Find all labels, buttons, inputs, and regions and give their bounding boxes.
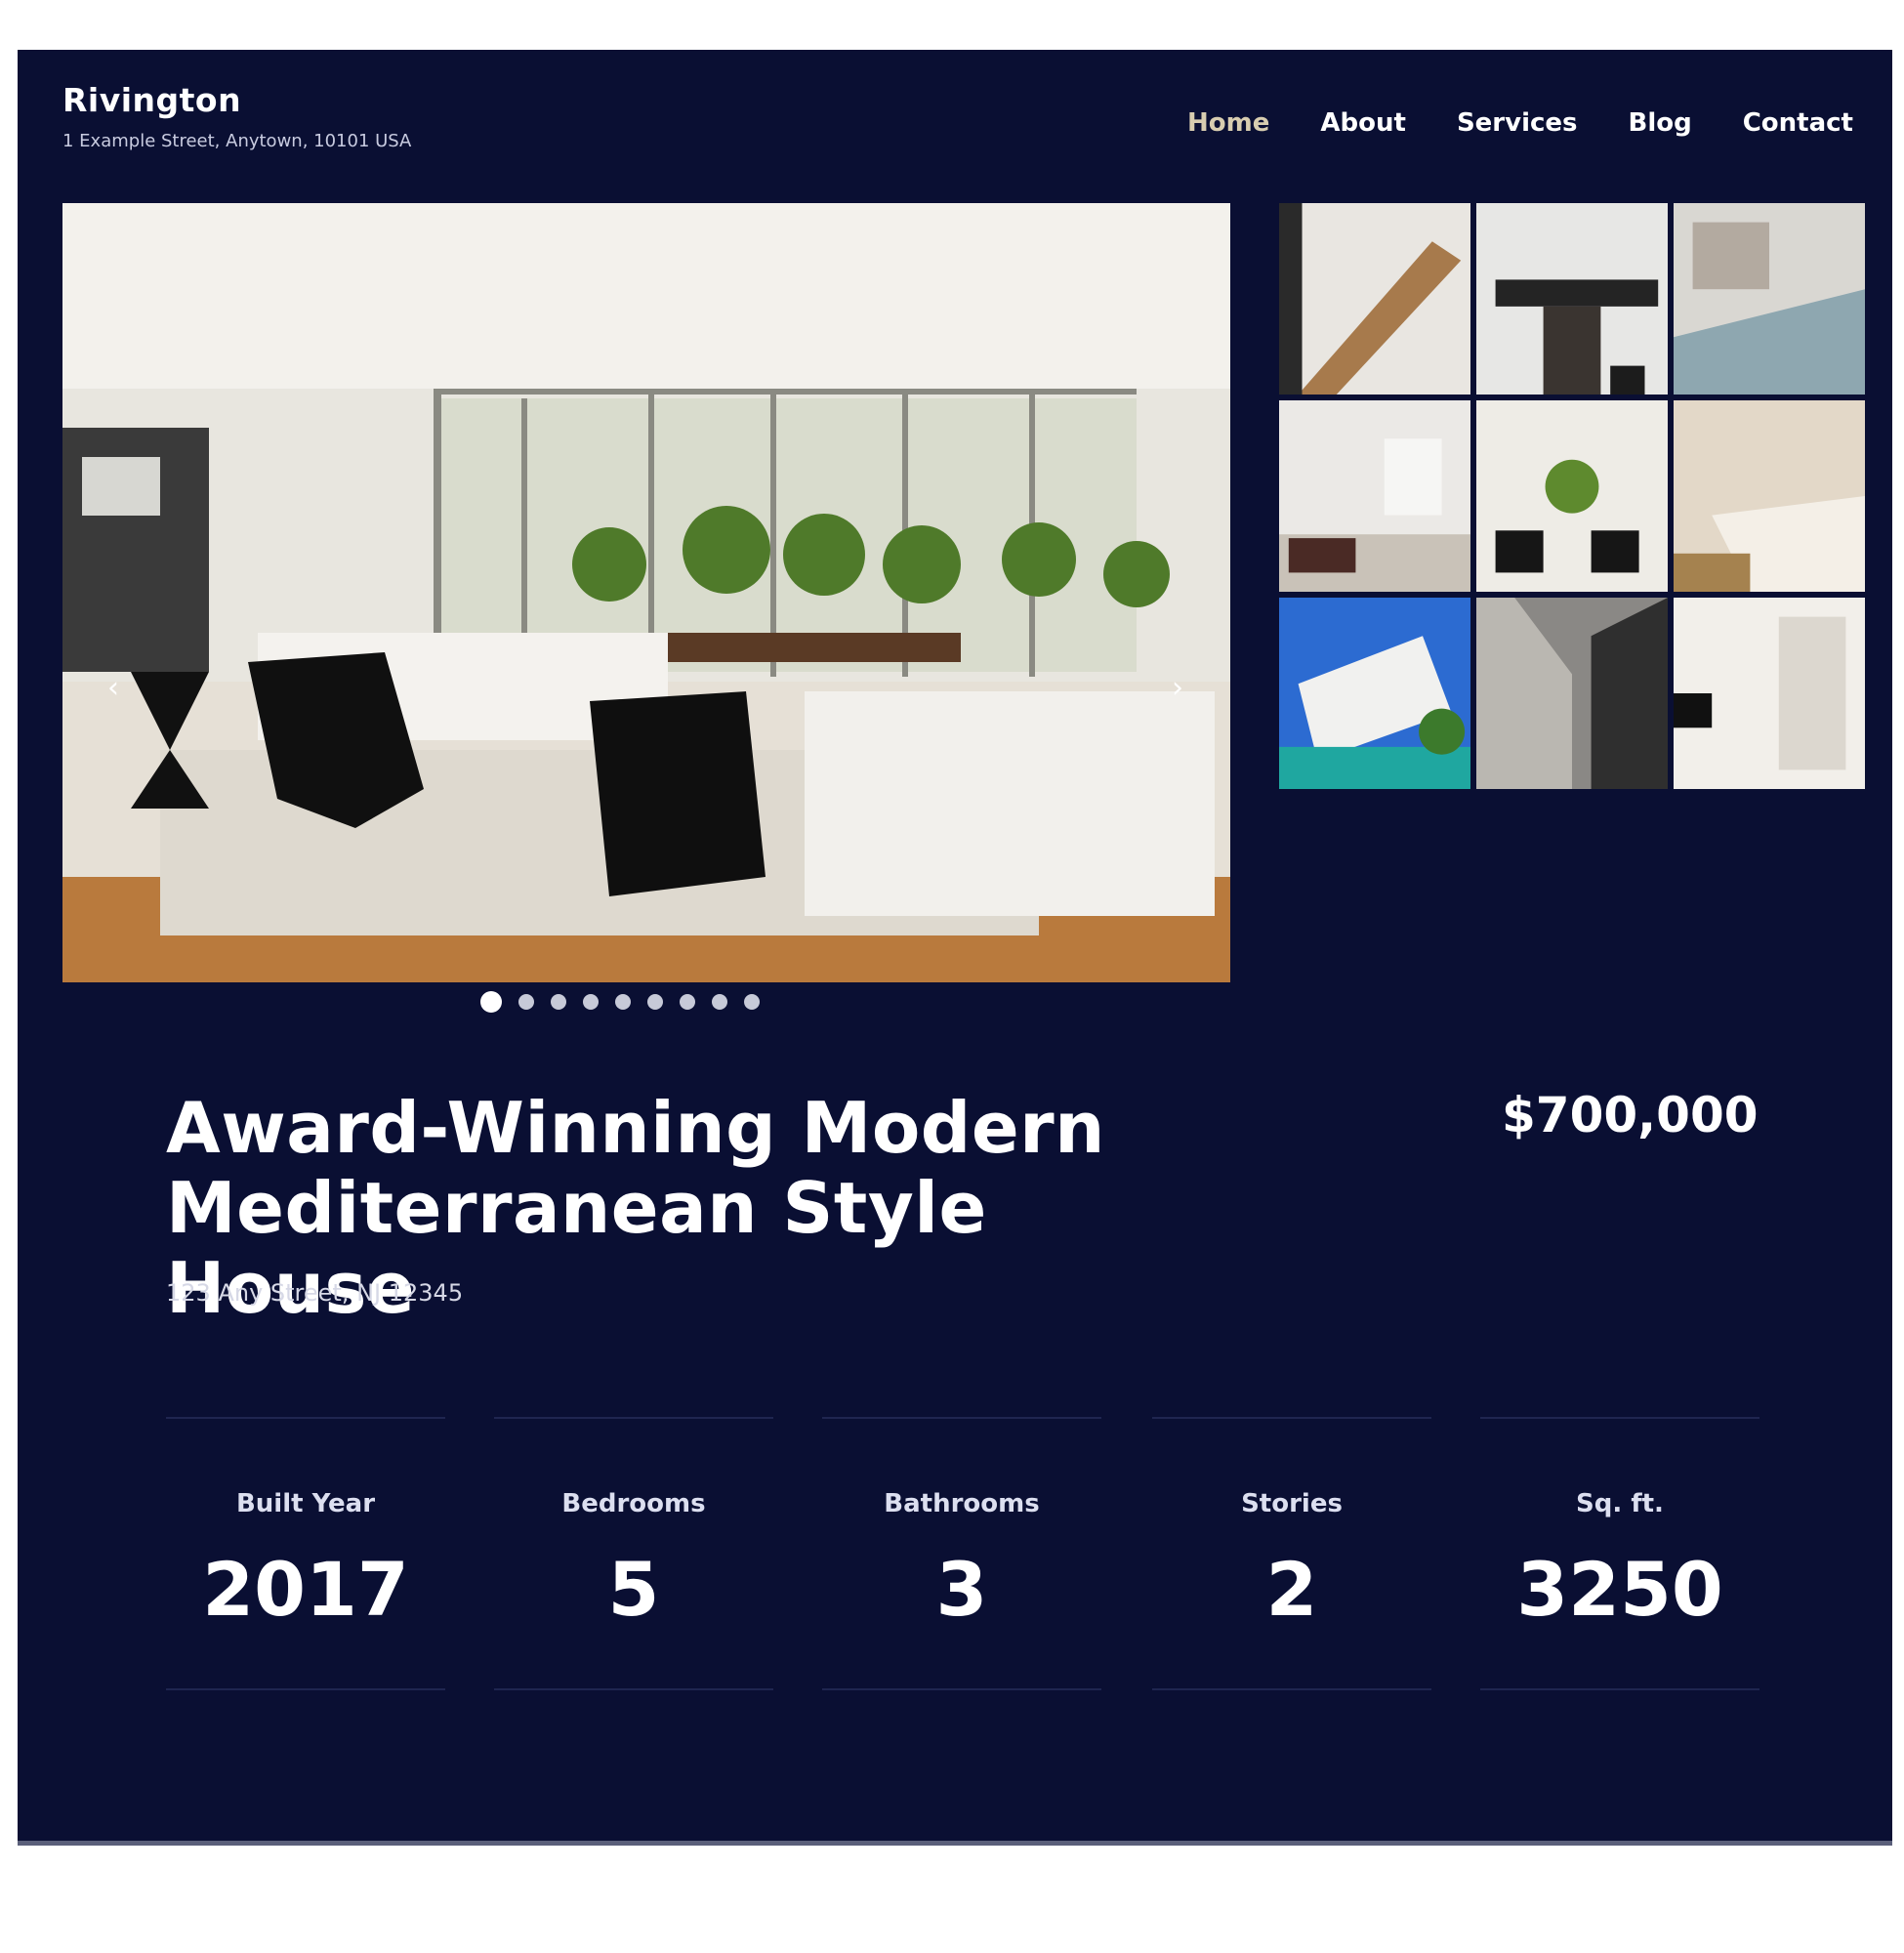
brand-address: 1 Example Street, Anytown, 10101 USA [62, 131, 412, 151]
stat-sq-ft: Sq. ft. 3250 [1480, 1417, 1759, 1690]
bottom-divider [18, 1841, 1892, 1846]
thumbnail[interactable] [1476, 400, 1668, 592]
stat-value: 2017 [202, 1546, 409, 1633]
gallery-dot[interactable] [712, 994, 727, 1010]
stat-value: 3 [935, 1546, 988, 1633]
nav-contact[interactable]: Contact [1743, 108, 1853, 138]
chevron-left-icon: ‹ [107, 670, 119, 705]
page-background: Rivington 1 Example Street, Anytown, 101… [18, 50, 1892, 1845]
thumbnail[interactable] [1279, 203, 1470, 395]
listing-price: $700,000 [1502, 1087, 1759, 1143]
stat-bathrooms: Bathrooms 3 [822, 1417, 1101, 1690]
stat-stories: Stories 2 [1152, 1417, 1431, 1690]
divider [822, 1417, 1101, 1419]
exterior-pool-photo [1279, 598, 1470, 789]
stat-value: 2 [1265, 1546, 1318, 1633]
brand-name[interactable]: Rivington [62, 81, 411, 119]
thumbnail-grid [1279, 203, 1865, 789]
gallery-dot[interactable] [583, 994, 599, 1010]
master-bedroom-photo [1674, 400, 1865, 592]
gallery-dot[interactable] [680, 994, 695, 1010]
brand[interactable]: Rivington 1 Example Street, Anytown, 101… [62, 81, 411, 151]
stat-value: 3250 [1516, 1546, 1723, 1633]
gallery-dot[interactable] [518, 994, 534, 1010]
nav-blog[interactable]: Blog [1629, 108, 1692, 138]
nav-services[interactable]: Services [1457, 108, 1578, 138]
stat-built-year: Built Year 2017 [166, 1417, 445, 1690]
staircase-photo [1279, 203, 1470, 395]
thumbnail[interactable] [1476, 203, 1668, 395]
stat-value: 5 [607, 1546, 660, 1633]
stat-bedrooms: Bedrooms 5 [494, 1417, 773, 1690]
thumbnail[interactable] [1674, 203, 1865, 395]
divider [494, 1417, 773, 1419]
kitchen-photo [1476, 203, 1668, 395]
hallway-photo [1476, 598, 1668, 789]
divider [1152, 1417, 1431, 1419]
thumbnail[interactable] [1674, 598, 1865, 789]
stat-label: Sq. ft. [1576, 1489, 1664, 1518]
divider [166, 1688, 445, 1690]
living-room-photo [62, 203, 1230, 982]
lounge-photo [1476, 400, 1668, 592]
gallery-dot[interactable] [480, 991, 502, 1013]
living-area-photo [1279, 400, 1470, 592]
thumbnail[interactable] [1279, 598, 1470, 789]
stat-label: Stories [1241, 1489, 1343, 1518]
gallery-pagination [480, 991, 760, 1013]
listing-address: 123 Any Street, NJ 12345 [166, 1279, 464, 1307]
divider [1480, 1417, 1759, 1419]
gallery-dot[interactable] [744, 994, 760, 1010]
bedroom-photo [1674, 203, 1865, 395]
nav-about[interactable]: About [1320, 108, 1406, 138]
main-nav: Home About Services Blog Contact [1187, 108, 1853, 138]
divider [166, 1417, 445, 1419]
nav-home[interactable]: Home [1187, 108, 1269, 138]
chevron-right-icon: › [1172, 670, 1183, 705]
gallery-prev-button[interactable]: ‹ [96, 670, 131, 705]
divider [1152, 1688, 1431, 1690]
bathroom-photo [1674, 598, 1865, 789]
listing-title-line-1: Award-Winning Modern [166, 1087, 1105, 1169]
divider [822, 1688, 1101, 1690]
gallery-dot[interactable] [551, 994, 566, 1010]
gallery-next-button[interactable]: › [1160, 670, 1195, 705]
stat-label: Bathrooms [884, 1489, 1040, 1518]
property-stats: Built Year 2017 Bedrooms 5 Bathrooms 3 S… [166, 1417, 1767, 1690]
thumbnail[interactable] [1476, 598, 1668, 789]
thumbnail[interactable] [1279, 400, 1470, 592]
stat-label: Bedrooms [561, 1489, 706, 1518]
divider [494, 1688, 773, 1690]
divider [1480, 1688, 1759, 1690]
gallery-dot[interactable] [615, 994, 631, 1010]
hero-image: ‹ › [62, 203, 1230, 982]
stat-label: Built Year [235, 1489, 376, 1518]
gallery-dot[interactable] [647, 994, 663, 1010]
thumbnail[interactable] [1674, 400, 1865, 592]
